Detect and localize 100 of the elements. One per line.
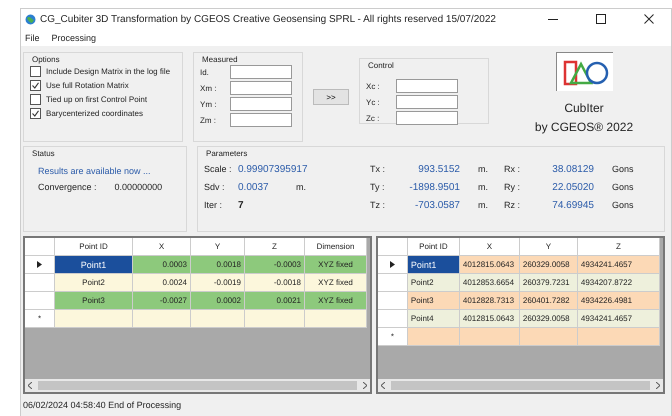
table-cell: XYZ fixed	[305, 292, 367, 310]
table-cell	[520, 328, 578, 346]
row-header[interactable]: *	[378, 328, 408, 346]
new-row-marker: *	[390, 332, 394, 341]
parameter-value: 22.05020	[551, 182, 594, 193]
horizontal-scrollbar[interactable]	[25, 379, 370, 392]
checkbox-label: Barycenterized coordinates	[46, 108, 143, 118]
checkbox[interactable]	[30, 108, 41, 118]
parameter-value: -1898.9501	[408, 182, 460, 193]
table-cell: -0.0018	[245, 274, 305, 292]
parameter-value: 38.08129	[551, 164, 594, 175]
check-icon	[32, 110, 39, 116]
scroll-right-icon[interactable]	[656, 382, 660, 389]
column-header[interactable]: Z	[578, 238, 660, 256]
column-header[interactable]: X	[133, 238, 191, 256]
unit-label: Gons	[612, 182, 634, 192]
group-title: Parameters	[205, 149, 248, 158]
column-header[interactable]: Point ID	[408, 238, 460, 256]
scroll-left-icon[interactable]	[28, 382, 32, 389]
column-header[interactable]: Dimension	[305, 238, 367, 256]
table-cell: -0.0003	[245, 256, 305, 274]
column-header[interactable]: Z	[245, 238, 305, 256]
checkbox[interactable]	[30, 80, 41, 90]
row-header[interactable]	[25, 256, 55, 274]
parameter-label: Iter :	[204, 200, 224, 210]
scrollbar-thumb[interactable]	[390, 381, 650, 390]
row-header[interactable]	[378, 256, 408, 274]
horizontal-scrollbar[interactable]	[378, 379, 663, 392]
table-cell: XYZ fixed	[305, 256, 367, 274]
checkbox[interactable]	[30, 66, 41, 76]
unit-label: Gons	[612, 164, 634, 174]
column-header[interactable]: Y	[520, 238, 578, 256]
scroll-left-icon[interactable]	[380, 382, 385, 389]
table-cell: 4012815.0643	[460, 310, 520, 328]
table-cell: 260329.0058	[520, 310, 578, 328]
table-cell: -0.0019	[191, 274, 245, 292]
table-cell: 0.0002	[191, 292, 245, 310]
field-label: Xm :	[200, 84, 218, 92]
parameter-label: Rx :	[504, 164, 522, 174]
maximize-icon[interactable]	[596, 14, 606, 24]
input-field[interactable]	[230, 113, 292, 127]
app-credit: by CGEOS® 2022	[534, 120, 634, 134]
menu-item[interactable]: Processing	[52, 32, 96, 42]
checkbox[interactable]	[30, 94, 41, 104]
table-cell: -0.0027	[133, 292, 191, 310]
row-header[interactable]: *	[25, 310, 55, 328]
table-cell: 260401.7282	[520, 292, 578, 310]
field-label: Yc :	[366, 98, 381, 106]
table-cell: 4934241.4657	[578, 256, 660, 274]
table-cell: 0.0003	[133, 256, 191, 274]
table-cell: 4012815.0643	[460, 256, 520, 274]
table-cell: Point4	[408, 310, 460, 328]
unit-label: Gons	[612, 200, 634, 210]
table-cell: Point2	[408, 274, 460, 292]
column-header[interactable]: X	[460, 238, 520, 256]
transfer-button[interactable]: >>	[313, 89, 349, 105]
table-cell: 4934207.8722	[578, 274, 660, 292]
field-label: Convergence :	[38, 182, 97, 192]
table-cell: Point1	[55, 256, 133, 274]
field-label: Id.	[200, 68, 210, 76]
parameter-value: 0.99907395917	[238, 164, 308, 175]
table-cell: Point3	[55, 292, 133, 310]
group-title: Control	[367, 61, 395, 70]
input-field[interactable]	[396, 79, 458, 93]
table-cell: Point1	[408, 256, 460, 274]
table-cell: XYZ fixed	[305, 274, 367, 292]
parameter-value: -703.0587	[414, 200, 460, 211]
input-field[interactable]	[230, 81, 292, 95]
parameter-value: 0.0037	[238, 182, 270, 193]
table-cell: Point3	[408, 292, 460, 310]
column-header[interactable]: Y	[191, 238, 245, 256]
status-bar-text: 06/02/2024 04:58:40 End of Processing	[22, 399, 182, 410]
table-cell: 4934241.4657	[578, 310, 660, 328]
parameter-value: 7	[238, 200, 245, 211]
table-cell: 260329.0058	[520, 256, 578, 274]
table-cell: 0.0021	[245, 292, 305, 310]
parameter-value: 993.5152	[417, 164, 460, 175]
group-title: Status	[31, 149, 56, 158]
table-cell: 260379.7231	[520, 274, 578, 292]
field-label: Zm :	[200, 116, 217, 124]
scrollbar-thumb[interactable]	[38, 381, 357, 390]
group-title: Options	[31, 55, 61, 64]
menu-item[interactable]: File	[25, 32, 40, 42]
input-field[interactable]	[230, 97, 292, 111]
scroll-right-icon[interactable]	[362, 382, 367, 389]
table-cell: 4012828.7313	[460, 292, 520, 310]
unit-label: m.	[478, 200, 488, 210]
convergence-value: 0.00000000	[114, 182, 162, 192]
input-field[interactable]	[230, 65, 292, 79]
input-field[interactable]	[396, 111, 458, 125]
table-cell: 4012853.6654	[460, 274, 520, 292]
table-cell: Point2	[55, 274, 133, 292]
checkbox-label: Use full Rotation Matrix	[46, 80, 129, 90]
app-name: CubIter	[564, 101, 604, 115]
status-message: Results are available now ...	[38, 166, 152, 176]
input-field[interactable]	[396, 95, 458, 109]
close-icon[interactable]	[644, 14, 654, 24]
field-label: Zc :	[366, 114, 380, 122]
column-header[interactable]: Point ID	[55, 238, 133, 256]
parameter-label: Scale :	[204, 164, 233, 174]
